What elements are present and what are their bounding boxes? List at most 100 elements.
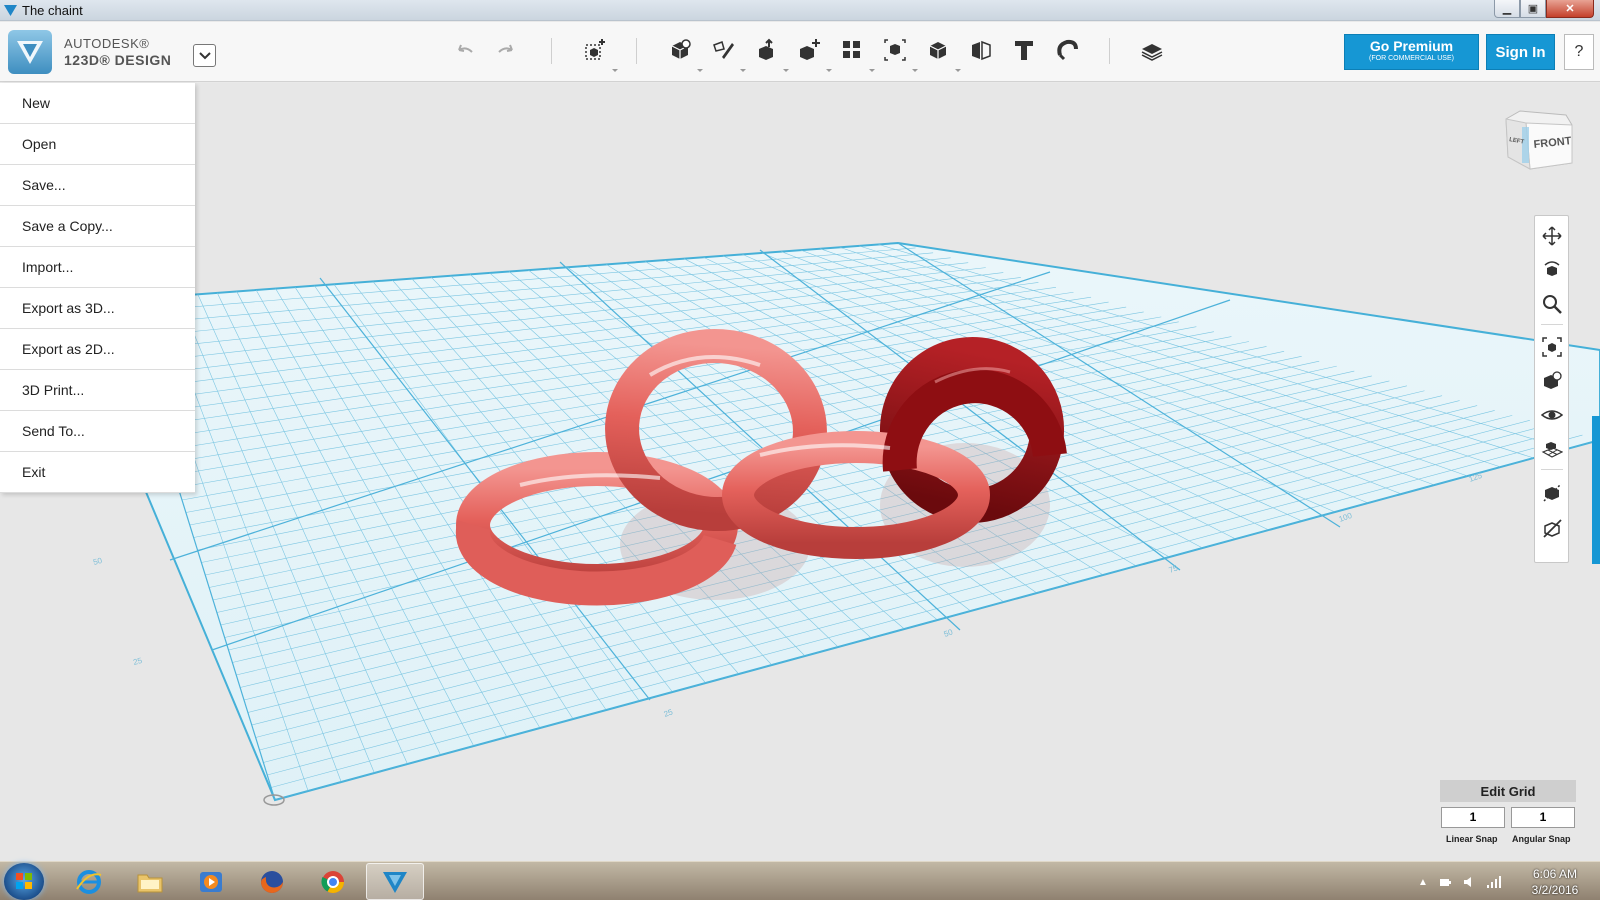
brand-line-2: 123D® DESIGN [64, 52, 172, 68]
taskbar-file-explorer[interactable] [121, 863, 179, 900]
text-button[interactable] [1009, 35, 1039, 65]
undo-button[interactable] [450, 35, 480, 65]
materials-button[interactable] [1137, 35, 1167, 65]
go-premium-sublabel: (FOR COMMERCIAL USE) [1369, 55, 1454, 62]
pattern-button[interactable] [837, 35, 867, 65]
chevron-down-icon [198, 51, 211, 59]
perspective-button[interactable] [1540, 369, 1564, 393]
taskbar-chrome[interactable] [304, 863, 362, 900]
app-header: AUTODESK® 123D® DESIGN Go Premium (FOR C… [0, 22, 1600, 82]
volume-icon[interactable] [1462, 875, 1476, 889]
sign-in-button[interactable]: Sign In [1486, 34, 1555, 70]
sketch-icon [713, 41, 734, 59]
measure-button[interactable] [966, 35, 996, 65]
menu-item-new[interactable]: New [0, 83, 195, 124]
grid-label-y-50: 50 [92, 556, 103, 567]
linear-snap-input[interactable]: 1 [1441, 807, 1505, 828]
taskbar-media-player[interactable] [182, 863, 240, 900]
orbit-button[interactable] [1540, 258, 1564, 282]
angular-snap-label: Angular Snap [1512, 834, 1571, 844]
taskbar-internet-explorer[interactable] [60, 863, 118, 900]
3d-viewport[interactable]: 25 50 75 100 125 25 50 75 100 [0, 83, 1600, 861]
app-window: The chaint ▁ ▣ ✕ AUTODESK® 123D® DESIGN [0, 0, 1600, 900]
app-logo[interactable] [8, 30, 52, 74]
redo-icon [498, 44, 513, 53]
pattern-icon [843, 41, 860, 58]
firefox-icon [261, 870, 283, 893]
help-button[interactable]: ? [1564, 34, 1594, 70]
view-cube[interactable]: FRONT LEFT [1500, 105, 1580, 175]
fit-icon [1542, 337, 1562, 357]
primitives-icon [671, 39, 691, 59]
combine-button[interactable] [923, 35, 953, 65]
group-icon [884, 39, 906, 61]
123d-design-icon [383, 871, 407, 893]
visibility-icon [1541, 410, 1563, 420]
materials-toggle-icon [1543, 519, 1562, 538]
solids-icon [1543, 483, 1562, 502]
window-titlebar: The chaint ▁ ▣ ✕ [0, 0, 1600, 21]
menu-item-save[interactable]: Save... [0, 165, 195, 206]
123d-logo-icon [17, 41, 43, 64]
app-menu-button[interactable] [193, 44, 216, 67]
zoom-button[interactable] [1540, 292, 1564, 316]
navigation-bar [1534, 215, 1569, 563]
minimize-button[interactable]: ▁ [1494, 0, 1520, 18]
solids-toggle-button[interactable] [1540, 480, 1564, 504]
construct-button[interactable] [751, 35, 781, 65]
taskbar-clock[interactable]: 6:06 AM 3/2/2016 [1520, 866, 1590, 898]
transform-button[interactable] [580, 35, 610, 65]
grid-label-x-100: 100 [1338, 511, 1354, 524]
grid-label-x-50: 50 [943, 627, 955, 639]
file-explorer-icon [137, 874, 163, 892]
transform-icon [585, 39, 605, 60]
primitives-button[interactable] [665, 35, 695, 65]
tray-expand-icon[interactable]: ▲ [1418, 877, 1428, 888]
grid-label-y-25: 25 [132, 656, 143, 667]
fit-button[interactable] [1540, 335, 1564, 359]
redo-button[interactable] [491, 35, 521, 65]
start-button[interactable] [4, 863, 44, 900]
measure-icon [972, 40, 991, 61]
grid-toggle-button[interactable] [1540, 437, 1564, 461]
perspective-icon [1544, 371, 1562, 389]
menu-item-exit[interactable]: Exit [0, 452, 195, 493]
network-icon[interactable] [1486, 875, 1502, 889]
media-player-icon [200, 871, 222, 892]
clock-date: 3/2/2016 [1531, 883, 1579, 897]
snap-button[interactable] [1052, 35, 1082, 65]
edit-grid-button[interactable]: Edit Grid [1440, 780, 1576, 802]
pan-icon [1542, 226, 1562, 246]
menu-item-send-to[interactable]: Send To... [0, 411, 195, 452]
close-window-button[interactable]: ✕ [1546, 0, 1594, 18]
go-premium-button[interactable]: Go Premium (FOR COMMERCIAL USE) [1344, 34, 1479, 70]
sketch-button[interactable] [708, 35, 738, 65]
taskbar-firefox[interactable] [243, 863, 301, 900]
zoom-icon [1543, 295, 1562, 314]
group-button[interactable] [880, 35, 910, 65]
menu-item-3d-print[interactable]: 3D Print... [0, 370, 195, 411]
menu-item-import[interactable]: Import... [0, 247, 195, 288]
menu-item-export-3d[interactable]: Export as 3D... [0, 288, 195, 329]
maximize-button[interactable]: ▣ [1520, 0, 1546, 18]
menu-item-open[interactable]: Open [0, 124, 195, 165]
combine-icon [929, 42, 947, 59]
menu-item-save-copy[interactable]: Save a Copy... [0, 206, 195, 247]
materials-icon [1141, 44, 1163, 61]
side-panel-tab[interactable] [1592, 416, 1600, 564]
modify-button[interactable] [794, 35, 824, 65]
undo-icon [458, 44, 473, 53]
orbit-icon [1544, 261, 1560, 276]
linear-snap-label: Linear Snap [1446, 834, 1498, 844]
angular-snap-input[interactable]: 1 [1511, 807, 1575, 828]
power-icon[interactable] [1438, 875, 1452, 889]
taskbar-123d-design[interactable] [366, 863, 424, 900]
internet-explorer-icon [76, 869, 102, 894]
text-icon [1015, 41, 1033, 60]
snap-icon [1057, 39, 1078, 61]
scene-canvas[interactable]: 25 50 75 100 125 25 50 75 100 [0, 83, 1600, 861]
menu-item-export-2d[interactable]: Export as 2D... [0, 329, 195, 370]
visibility-button[interactable] [1540, 403, 1564, 427]
pan-button[interactable] [1540, 224, 1564, 248]
materials-toggle-button[interactable] [1540, 516, 1564, 540]
